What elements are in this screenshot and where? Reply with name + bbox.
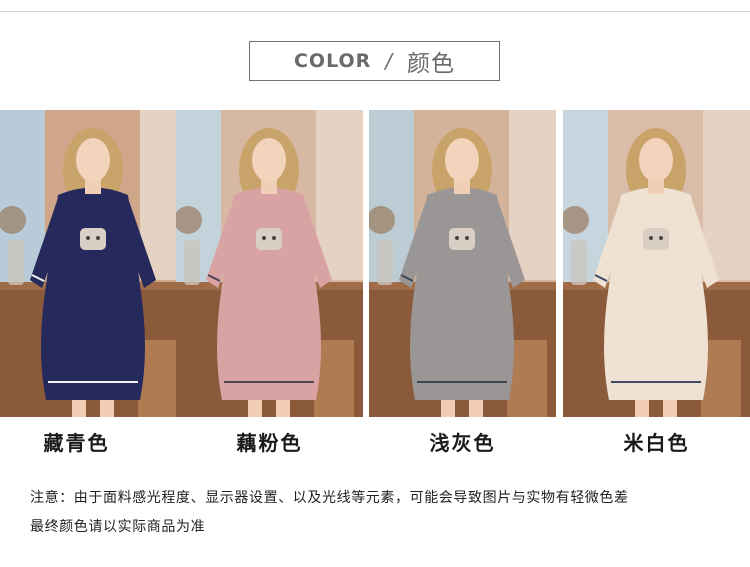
color-disclaimer-line1: 注意：由于面料感光程度、显示器设置、以及光线等元素，可能会导致图片与实物有轻微色… (30, 490, 629, 506)
cat-embroidery (449, 228, 475, 250)
cat-eye-right (465, 236, 469, 240)
cat-embroidery (80, 228, 106, 250)
product-photo-grey[interactable] (369, 110, 556, 417)
face (252, 138, 286, 182)
leg-right (663, 400, 677, 417)
vase (377, 240, 393, 285)
leg-right (276, 400, 290, 417)
header-separator: / (385, 49, 394, 73)
vase (8, 240, 24, 285)
cat-eye-right (659, 236, 663, 240)
cat-eye-left (455, 236, 459, 240)
caption-pink: 藕粉色 (236, 431, 303, 455)
vase (184, 240, 200, 285)
color-section-header: COLOR / 颜色 (249, 41, 500, 81)
top-divider (0, 11, 750, 12)
face (76, 138, 110, 182)
face (445, 138, 479, 182)
header-chinese: 颜色 (407, 51, 456, 77)
cat-eye-left (649, 236, 653, 240)
leg-left (248, 400, 262, 417)
leg-left (441, 400, 455, 417)
cat-eye-left (262, 236, 266, 240)
cat-embroidery (256, 228, 282, 250)
product-photo-beige[interactable] (563, 110, 750, 417)
product-photo-navy[interactable] (0, 110, 187, 417)
vase (571, 240, 587, 285)
caption-grey: 浅灰色 (429, 431, 496, 455)
leg-left (635, 400, 649, 417)
cat-eye-left (86, 236, 90, 240)
cat-eye-right (272, 236, 276, 240)
caption-navy: 藏青色 (43, 431, 110, 455)
face (639, 138, 673, 182)
product-photo-pink[interactable] (176, 110, 363, 417)
cat-eye-right (96, 236, 100, 240)
leg-right (100, 400, 114, 417)
leg-left (72, 400, 86, 417)
color-disclaimer-line2: 最终颜色请以实际商品为准 (30, 519, 206, 535)
header-english: COLOR (293, 50, 372, 72)
cat-embroidery (643, 228, 669, 250)
caption-beige: 米白色 (623, 431, 690, 455)
leg-right (469, 400, 483, 417)
